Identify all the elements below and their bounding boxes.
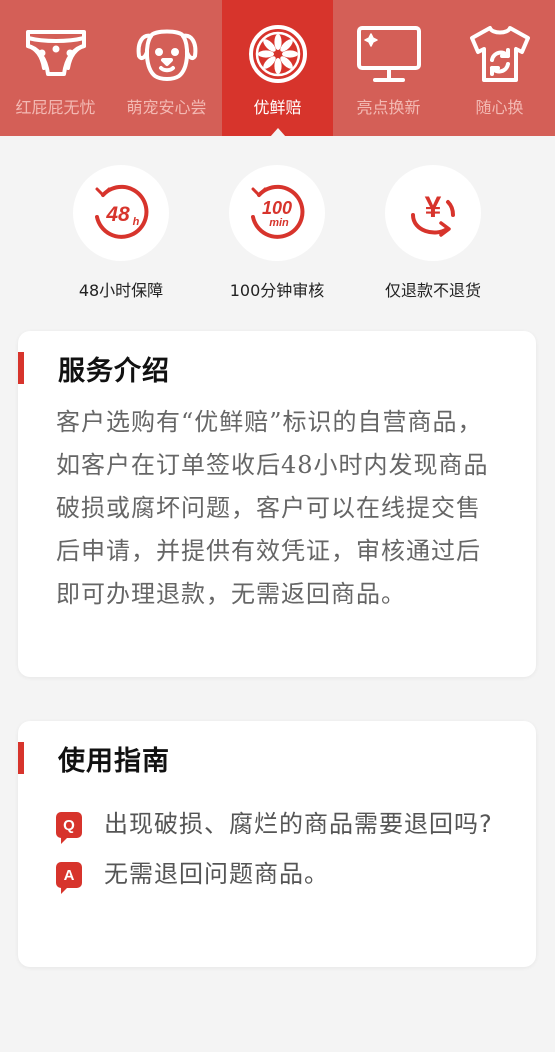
card-header: 服务介绍 (18, 331, 536, 391)
svg-text:48: 48 (105, 203, 130, 226)
tab-exchange-at-will[interactable]: 随心换 (444, 0, 555, 136)
svg-text:¥: ¥ (425, 191, 442, 224)
yuan-refund-icon: ¥ (411, 191, 455, 237)
title-accent-bar (18, 742, 24, 774)
tab-label: 优鲜赔 (253, 98, 302, 117)
tab-label: 随心换 (475, 98, 524, 117)
answer-text: 无需退回问题商品。 (104, 860, 329, 888)
usage-guide-card: 使用指南 Q 出现破损、腐烂的商品需要退回吗? A 无需退回问题商品。 (18, 721, 536, 967)
question-badge-icon: Q (56, 812, 82, 844)
service-tab-bar: 红屁屁无忧 萌宠安心尝 优鲜赔 亮点换新 随心换 (0, 0, 555, 137)
card-title: 服务介绍 (58, 356, 170, 387)
citrus-slice-icon (242, 20, 314, 88)
feature-circle: 100 min (229, 165, 325, 261)
dog-face-icon (131, 20, 203, 88)
faq-question: Q 出现破损、腐烂的商品需要退回吗? (56, 803, 506, 845)
feature-circle: 48 h (73, 165, 169, 261)
tab-pet-safe-taste[interactable]: 萌宠安心尝 (111, 0, 222, 136)
card-title: 使用指南 (58, 746, 170, 777)
guarantee-features: 48 h 48小时保障 100 min 100分钟审核 ¥ 仅退款不退货 (0, 165, 555, 305)
tshirt-icon (464, 20, 536, 88)
100min-icon: 100 min (251, 184, 305, 239)
svg-text:100: 100 (262, 198, 292, 218)
feature-48-hours: 48 h 48小时保障 (46, 165, 196, 301)
feature-refund-only: ¥ 仅退款不退货 (358, 165, 508, 301)
question-text: 出现破损、腐烂的商品需要退回吗? (104, 810, 493, 838)
service-intro-card: 服务介绍 客户选购有“优鲜赔”标识的自营商品，如客户在订单签收后48小时内发现商… (18, 331, 536, 677)
tab-label: 萌宠安心尝 (126, 98, 207, 117)
tab-label: 红屁屁无忧 (15, 98, 96, 117)
monitor-icon (353, 20, 425, 88)
diaper-icon (20, 20, 92, 88)
faq-answer: A 无需退回问题商品。 (56, 853, 506, 895)
feature-label: 48小时保障 (78, 281, 164, 300)
feature-label: 仅退款不退货 (384, 281, 481, 300)
answer-badge-icon: A (56, 862, 82, 894)
svg-text:min: min (269, 217, 289, 229)
feature-label: 100分钟审核 (229, 281, 325, 300)
feature-circle: ¥ (385, 165, 481, 261)
tab-red-bottom-worry-free[interactable]: 红屁屁无忧 (0, 0, 111, 136)
service-description: 客户选购有“优鲜赔”标识的自营商品，如客户在订单签收后48小时内发现商品破损或腐… (56, 408, 489, 608)
tab-label: 亮点换新 (356, 98, 421, 117)
tab-fresh-compensation[interactable]: 优鲜赔 (222, 0, 333, 137)
card-header: 使用指南 (18, 721, 536, 781)
feature-100-minutes: 100 min 100分钟审核 (202, 165, 352, 301)
tab-bright-spot-renew[interactable]: 亮点换新 (333, 0, 444, 136)
48h-icon: 48 h (95, 184, 149, 239)
active-tab-pointer (269, 128, 286, 137)
title-accent-bar (18, 352, 24, 384)
svg-text:h: h (133, 216, 140, 228)
